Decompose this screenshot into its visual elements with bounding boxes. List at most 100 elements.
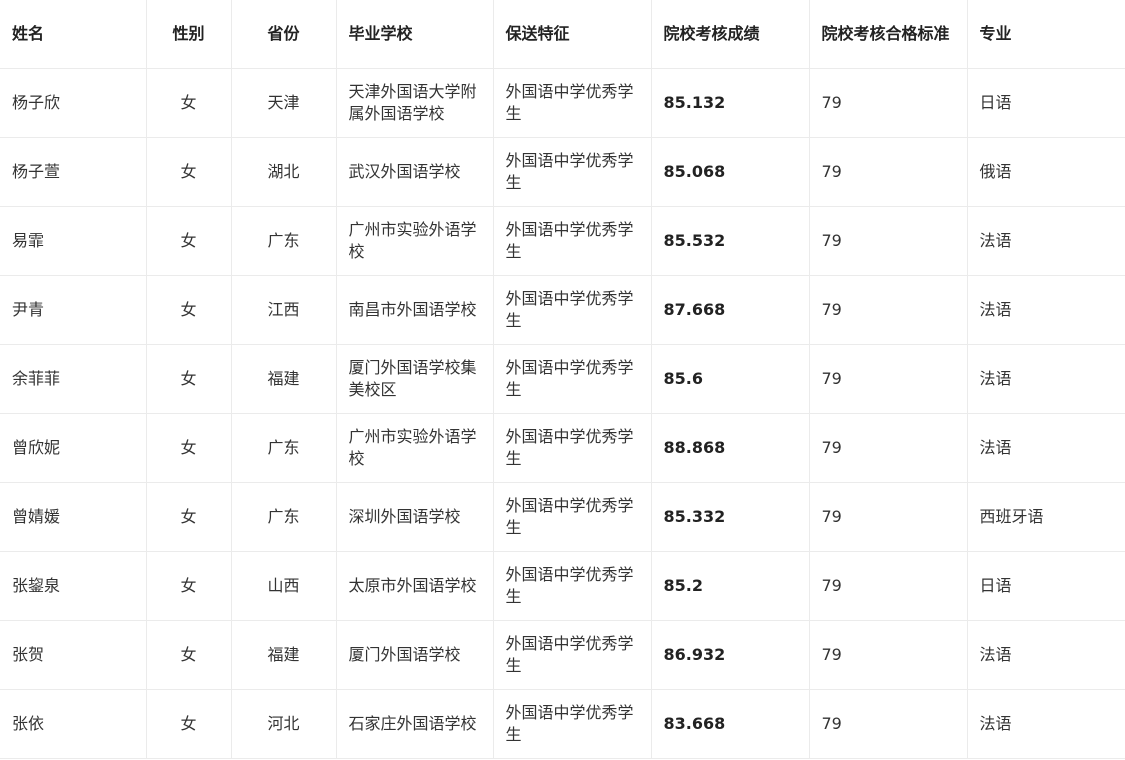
cell-gender: 女 bbox=[145, 482, 232, 552]
cell-province: 湖北 bbox=[230, 137, 337, 207]
cell-passing-standard: 79 bbox=[808, 551, 968, 621]
cell-school: 太原市外国语学校 bbox=[335, 551, 494, 621]
cell-school: 天津外国语大学附属外国语学校 bbox=[335, 68, 494, 138]
cell-assessment-score: 85.068 bbox=[650, 137, 810, 207]
cell-name: 张依 bbox=[0, 689, 147, 759]
cell-gender: 女 bbox=[145, 413, 232, 483]
table-row: 杨子欣 女 天津 天津外国语大学附属外国语学校 外国语中学优秀学生 85.132… bbox=[0, 68, 1125, 138]
cell-assessment-score: 85.332 bbox=[650, 482, 810, 552]
table-row: 曾欣妮 女 广东 广州市实验外语学校 外国语中学优秀学生 88.868 79 法… bbox=[0, 413, 1125, 483]
cell-recommendation-type: 外国语中学优秀学生 bbox=[492, 413, 652, 483]
cell-major: 法语 bbox=[966, 413, 1125, 483]
cell-gender: 女 bbox=[145, 275, 232, 345]
cell-school: 南昌市外国语学校 bbox=[335, 275, 494, 345]
cell-name: 易霏 bbox=[0, 206, 147, 276]
cell-assessment-score: 87.668 bbox=[650, 275, 810, 345]
cell-province: 河北 bbox=[230, 689, 337, 759]
cell-major: 法语 bbox=[966, 344, 1125, 414]
admissions-table: 姓名 性别 省份 毕业学校 保送特征 院校考核成绩 院校考核合格标准 专业 杨子… bbox=[0, 0, 1125, 759]
header-major: 专业 bbox=[966, 0, 1125, 69]
cell-province: 江西 bbox=[230, 275, 337, 345]
cell-recommendation-type: 外国语中学优秀学生 bbox=[492, 275, 652, 345]
cell-major: 日语 bbox=[966, 68, 1125, 138]
cell-recommendation-type: 外国语中学优秀学生 bbox=[492, 551, 652, 621]
cell-major: 法语 bbox=[966, 206, 1125, 276]
cell-name: 余菲菲 bbox=[0, 344, 147, 414]
cell-recommendation-type: 外国语中学优秀学生 bbox=[492, 482, 652, 552]
cell-province: 天津 bbox=[230, 68, 337, 138]
cell-school: 武汉外国语学校 bbox=[335, 137, 494, 207]
cell-recommendation-type: 外国语中学优秀学生 bbox=[492, 620, 652, 690]
cell-school: 石家庄外国语学校 bbox=[335, 689, 494, 759]
cell-recommendation-type: 外国语中学优秀学生 bbox=[492, 206, 652, 276]
cell-province: 福建 bbox=[230, 620, 337, 690]
cell-name: 杨子萱 bbox=[0, 137, 147, 207]
cell-passing-standard: 79 bbox=[808, 413, 968, 483]
header-school: 毕业学校 bbox=[335, 0, 494, 69]
cell-gender: 女 bbox=[145, 344, 232, 414]
cell-passing-standard: 79 bbox=[808, 275, 968, 345]
table-row: 易霏 女 广东 广州市实验外语学校 外国语中学优秀学生 85.532 79 法语 bbox=[0, 206, 1125, 276]
cell-school: 广州市实验外语学校 bbox=[335, 206, 494, 276]
cell-assessment-score: 85.132 bbox=[650, 68, 810, 138]
cell-province: 山西 bbox=[230, 551, 337, 621]
cell-recommendation-type: 外国语中学优秀学生 bbox=[492, 68, 652, 138]
cell-recommendation-type: 外国语中学优秀学生 bbox=[492, 137, 652, 207]
cell-passing-standard: 79 bbox=[808, 206, 968, 276]
cell-assessment-score: 83.668 bbox=[650, 689, 810, 759]
cell-passing-standard: 79 bbox=[808, 482, 968, 552]
cell-major: 法语 bbox=[966, 689, 1125, 759]
cell-passing-standard: 79 bbox=[808, 68, 968, 138]
cell-school: 厦门外国语学校集美校区 bbox=[335, 344, 494, 414]
header-name: 姓名 bbox=[0, 0, 147, 69]
cell-school: 深圳外国语学校 bbox=[335, 482, 494, 552]
header-passing-standard: 院校考核合格标准 bbox=[808, 0, 968, 69]
cell-major: 西班牙语 bbox=[966, 482, 1125, 552]
cell-gender: 女 bbox=[145, 689, 232, 759]
cell-gender: 女 bbox=[145, 620, 232, 690]
cell-gender: 女 bbox=[145, 68, 232, 138]
cell-recommendation-type: 外国语中学优秀学生 bbox=[492, 344, 652, 414]
header-assessment-score: 院校考核成绩 bbox=[650, 0, 810, 69]
table-row: 尹青 女 江西 南昌市外国语学校 外国语中学优秀学生 87.668 79 法语 bbox=[0, 275, 1125, 345]
cell-passing-standard: 79 bbox=[808, 137, 968, 207]
table-row: 余菲菲 女 福建 厦门外国语学校集美校区 外国语中学优秀学生 85.6 79 法… bbox=[0, 344, 1125, 414]
cell-assessment-score: 86.932 bbox=[650, 620, 810, 690]
cell-major: 俄语 bbox=[966, 137, 1125, 207]
table-row: 曾婧媛 女 广东 深圳外国语学校 外国语中学优秀学生 85.332 79 西班牙… bbox=[0, 482, 1125, 552]
cell-name: 曾婧媛 bbox=[0, 482, 147, 552]
cell-name: 杨子欣 bbox=[0, 68, 147, 138]
cell-school: 广州市实验外语学校 bbox=[335, 413, 494, 483]
cell-assessment-score: 88.868 bbox=[650, 413, 810, 483]
cell-assessment-score: 85.532 bbox=[650, 206, 810, 276]
header-gender: 性别 bbox=[145, 0, 232, 69]
cell-name: 张贺 bbox=[0, 620, 147, 690]
cell-school: 厦门外国语学校 bbox=[335, 620, 494, 690]
cell-passing-standard: 79 bbox=[808, 689, 968, 759]
cell-province: 广东 bbox=[230, 206, 337, 276]
cell-major: 法语 bbox=[966, 620, 1125, 690]
cell-province: 广东 bbox=[230, 482, 337, 552]
table-body: 杨子欣 女 天津 天津外国语大学附属外国语学校 外国语中学优秀学生 85.132… bbox=[0, 68, 1125, 759]
cell-gender: 女 bbox=[145, 551, 232, 621]
cell-gender: 女 bbox=[145, 206, 232, 276]
cell-major: 日语 bbox=[966, 551, 1125, 621]
cell-assessment-score: 85.2 bbox=[650, 551, 810, 621]
table-row: 张鋆泉 女 山西 太原市外国语学校 外国语中学优秀学生 85.2 79 日语 bbox=[0, 551, 1125, 621]
cell-passing-standard: 79 bbox=[808, 620, 968, 690]
cell-major: 法语 bbox=[966, 275, 1125, 345]
cell-province: 福建 bbox=[230, 344, 337, 414]
cell-name: 曾欣妮 bbox=[0, 413, 147, 483]
table-row: 杨子萱 女 湖北 武汉外国语学校 外国语中学优秀学生 85.068 79 俄语 bbox=[0, 137, 1125, 207]
cell-recommendation-type: 外国语中学优秀学生 bbox=[492, 689, 652, 759]
table-header-row: 姓名 性别 省份 毕业学校 保送特征 院校考核成绩 院校考核合格标准 专业 bbox=[0, 0, 1125, 69]
cell-gender: 女 bbox=[145, 137, 232, 207]
table-row: 张贺 女 福建 厦门外国语学校 外国语中学优秀学生 86.932 79 法语 bbox=[0, 620, 1125, 690]
cell-province: 广东 bbox=[230, 413, 337, 483]
header-recommendation-type: 保送特征 bbox=[492, 0, 652, 69]
cell-name: 尹青 bbox=[0, 275, 147, 345]
cell-name: 张鋆泉 bbox=[0, 551, 147, 621]
header-province: 省份 bbox=[230, 0, 337, 69]
cell-assessment-score: 85.6 bbox=[650, 344, 810, 414]
table-row: 张依 女 河北 石家庄外国语学校 外国语中学优秀学生 83.668 79 法语 bbox=[0, 689, 1125, 759]
